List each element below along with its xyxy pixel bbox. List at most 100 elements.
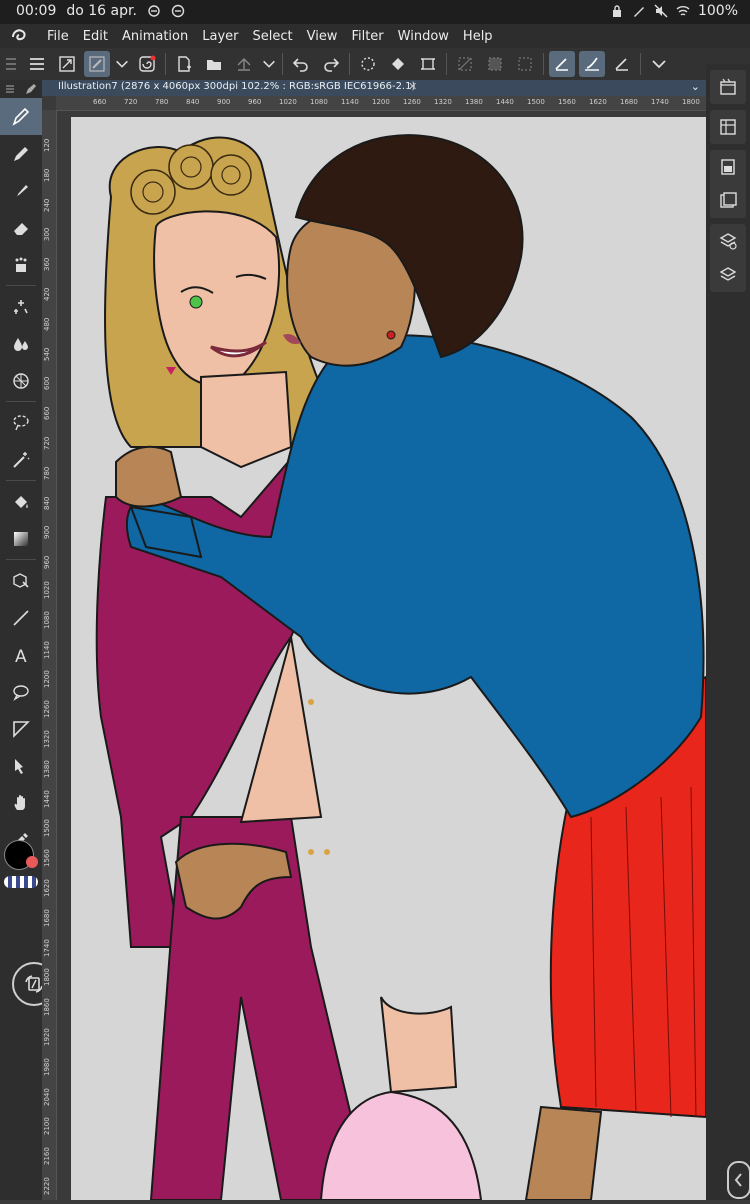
ruler-tick-label: 300 [43, 228, 51, 242]
hand-tool-icon[interactable] [0, 784, 42, 821]
close-icon[interactable]: ✕ [408, 80, 417, 93]
toolbar-divider [543, 53, 544, 75]
chevron-down-icon[interactable] [646, 51, 672, 77]
vertical-ruler: 120 180 240 300 360 420 480 540 600 660 720 780 840 9… [42, 110, 57, 1200]
menu-window[interactable]: Window [391, 29, 456, 44]
ruler-tick-label: 1620 [589, 98, 607, 106]
document-title: Illustration7 (2876 x 4060px 300dpi 102.… [58, 81, 416, 92]
brush-settings-icon[interactable] [84, 51, 110, 77]
ruler-tick-label: 780 [155, 98, 169, 106]
companion-mode-icon[interactable] [134, 51, 160, 77]
ruler-tick-label: 1440 [43, 789, 51, 808]
hamburger-menu-icon[interactable] [24, 51, 50, 77]
ruler-tick-label: 660 [93, 98, 107, 106]
transparent-color-toggle[interactable] [4, 876, 38, 888]
new-file-icon[interactable] [171, 51, 197, 77]
panel-group-material [710, 110, 746, 144]
chevron-down-icon[interactable] [114, 51, 130, 77]
stroke-correction-icon[interactable] [579, 51, 605, 77]
fill-bucket-icon[interactable] [0, 483, 42, 520]
canvas-paper[interactable] [71, 117, 706, 1200]
ruler-tick-label: 1740 [651, 98, 669, 106]
menu-icon[interactable] [5, 84, 15, 94]
menu-help[interactable]: Help [456, 29, 500, 44]
chevron-down-icon[interactable]: ⌄ [691, 80, 700, 93]
clock: 00:09 [16, 3, 57, 19]
open-folder-icon[interactable] [201, 51, 227, 77]
magic-wand-icon[interactable] [0, 441, 42, 478]
blur-tool-icon[interactable] [0, 325, 42, 362]
ruler-tick-label: 360 [43, 257, 51, 272]
material-panel-icon[interactable] [710, 110, 746, 144]
correct-line-icon[interactable] [0, 747, 42, 784]
mesh-tool-icon[interactable] [0, 362, 42, 399]
reference-layer-icon[interactable] [549, 51, 575, 77]
ruler-tick-label: 1800 [43, 968, 51, 987]
sparkle-tool-icon[interactable] [0, 288, 42, 325]
lock-icon [612, 5, 621, 17]
document-tab[interactable]: Illustration7 (2876 x 4060px 300dpi 102.… [42, 80, 706, 96]
ruler-tick-label: 840 [43, 496, 51, 510]
ruler-tick-label: 480 [43, 317, 51, 331]
layer-property-icon[interactable] [710, 224, 746, 258]
menu-select[interactable]: Select [245, 29, 299, 44]
ruler-tick-label: 1680 [43, 908, 51, 927]
gradient-tool-icon[interactable] [0, 520, 42, 557]
operation-tool-icon[interactable] [0, 562, 42, 599]
text-tool-icon[interactable]: A [0, 636, 42, 673]
brush-tool-icon[interactable] [0, 172, 42, 209]
animation-timeline-icon[interactable] [710, 70, 746, 104]
menu-edit[interactable]: Edit [76, 29, 115, 44]
save-icon[interactable] [231, 51, 257, 77]
sub-color-swatch[interactable] [26, 856, 38, 868]
pencil-tool-icon[interactable] [0, 135, 42, 172]
selection-area-icon[interactable] [512, 51, 538, 77]
ruler-tick-label: 2040 [43, 1087, 51, 1106]
chevron-down-icon[interactable] [261, 51, 277, 77]
sub-view-icon[interactable] [710, 184, 746, 218]
pen-icon [633, 7, 644, 17]
ruler-tick-label: 2220 [43, 1177, 51, 1195]
date: do 16 apr. [66, 3, 137, 19]
eraser-tool-icon[interactable] [0, 209, 42, 246]
line-tool-icon[interactable] [0, 599, 42, 636]
layers-icon[interactable] [710, 258, 746, 292]
canvas-area[interactable] [57, 111, 706, 1200]
menu-layer[interactable]: Layer [195, 29, 245, 44]
redo-icon[interactable] [318, 51, 344, 77]
ruler-tick-label: 1260 [403, 98, 421, 106]
blend-tool-icon[interactable] [0, 246, 42, 283]
loading-icon[interactable] [355, 51, 381, 77]
toolbar-divider [282, 53, 283, 75]
ruler-tick-label: 1740 [43, 938, 51, 957]
mute-icon [654, 4, 668, 18]
ruler-tick-label: 420 [43, 287, 51, 301]
ruler-tick-label: 1560 [43, 849, 51, 868]
fill-icon[interactable] [385, 51, 411, 77]
invert-selection-icon[interactable] [482, 51, 508, 77]
illustration [95, 134, 706, 1200]
pen-tool-icon[interactable] [0, 98, 42, 135]
navigator-icon[interactable] [710, 150, 746, 184]
tool-palette: A [0, 80, 42, 1200]
menu-view[interactable]: View [300, 29, 345, 44]
tool-divider [6, 559, 36, 560]
undo-icon[interactable] [288, 51, 314, 77]
frame-border-icon[interactable] [0, 710, 42, 747]
transform-icon[interactable] [54, 51, 80, 77]
ruler-tick-label: 1440 [496, 98, 514, 106]
ruler-tick-label: 1320 [43, 730, 51, 748]
right-dock [706, 64, 750, 1200]
app-logo-icon[interactable] [0, 24, 40, 48]
ruler-snap-icon[interactable] [609, 51, 635, 77]
menu-file[interactable]: File [40, 29, 76, 44]
speech-balloon-icon[interactable] [0, 673, 42, 710]
crop-icon[interactable] [415, 51, 441, 77]
menu-filter[interactable]: Filter [344, 29, 390, 44]
command-bar [0, 48, 750, 80]
panel-scroll-handle[interactable] [726, 1160, 750, 1200]
menu-animation[interactable]: Animation [115, 29, 195, 44]
clear-selection-icon[interactable] [452, 51, 478, 77]
lasso-tool-icon[interactable] [0, 404, 42, 441]
ruler-tick-label: 180 [43, 168, 51, 182]
